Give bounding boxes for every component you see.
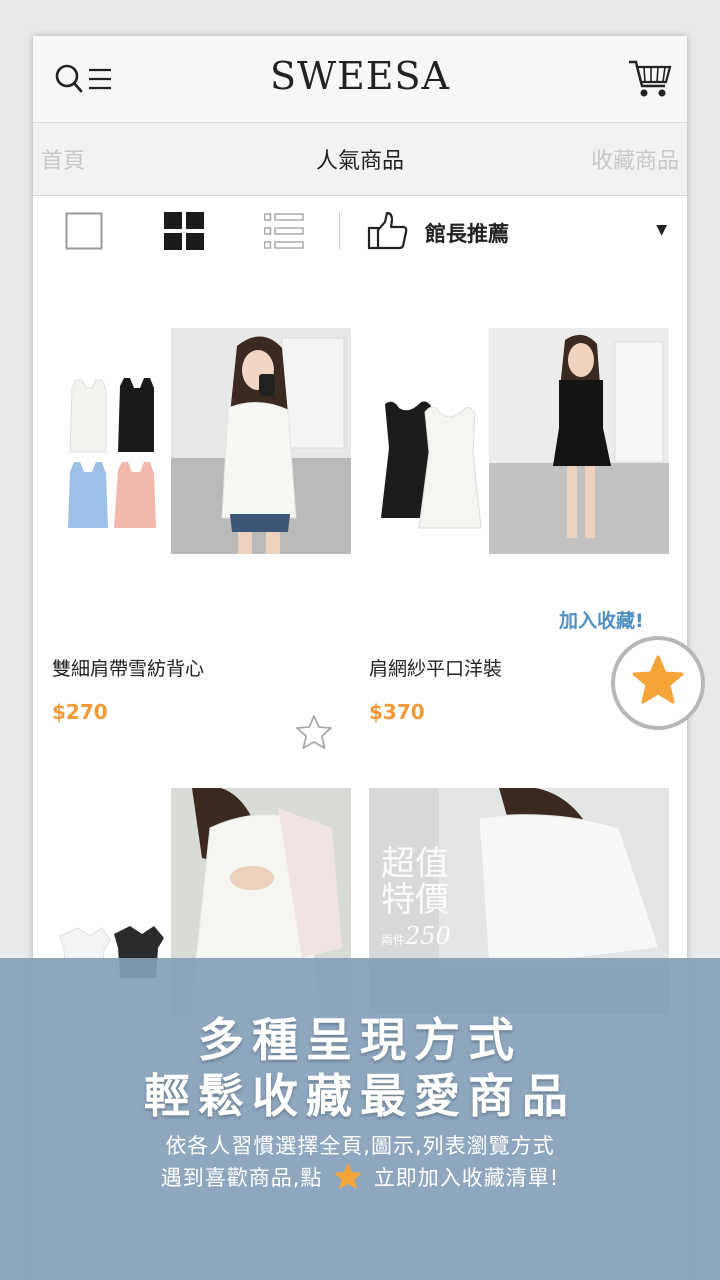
promo-headline-2: 輕鬆收藏最愛商品: [144, 1069, 576, 1123]
sale-badge-small: 兩件: [381, 933, 406, 947]
sale-badge-line2: 特價: [381, 880, 449, 920]
single-view-icon: [65, 212, 103, 250]
app-header: SWEESA: [33, 36, 687, 123]
tab-popular[interactable]: 人氣商品: [33, 143, 687, 175]
promo-subtext-2: 遇到喜歡商品,點 立即加入收藏清單!: [0, 1162, 720, 1192]
product-card[interactable]: 雙細肩帶雪紡背心 $270: [33, 328, 360, 749]
cart-button[interactable]: [627, 58, 673, 100]
product-name[interactable]: 肩網紗平口洋裝: [369, 654, 502, 681]
list-view-icon: [263, 213, 304, 249]
product-price: $270: [52, 700, 108, 724]
sale-badge-line1: 超值: [381, 844, 449, 884]
favorite-star-button[interactable]: [295, 714, 333, 754]
toolbar-divider: [339, 212, 340, 250]
thumbs-up-icon: [367, 210, 409, 252]
promo-subtext-1: 依各人習慣選擇全頁,圖示,列表瀏覽方式: [165, 1134, 555, 1158]
single-view-button[interactable]: [65, 212, 103, 254]
star-outline-icon: [296, 715, 332, 749]
product-image[interactable]: [52, 328, 351, 554]
product-price: $370: [369, 700, 425, 724]
grid-view-button[interactable]: [164, 212, 204, 254]
sale-badge: 超值 特價 兩件250: [381, 846, 451, 958]
star-filled-icon: [632, 655, 684, 704]
favorite-star-button-active[interactable]: [611, 636, 705, 730]
promo-subtext-2a: 遇到喜歡商品,點: [160, 1166, 323, 1190]
grid-view-icon: [164, 212, 204, 250]
promo-subtext-2b: 立即加入收藏清單!: [373, 1166, 560, 1190]
star-inline-icon: [334, 1163, 363, 1189]
view-toolbar: 館長推薦 ▼: [33, 196, 687, 268]
brand-logo: SWEESA: [269, 54, 451, 98]
category-tabs: 首頁 人氣商品 收藏商品: [33, 123, 687, 196]
cart-icon: [629, 60, 672, 97]
sort-dropdown-icon[interactable]: ▼: [656, 222, 667, 238]
list-view-button[interactable]: [263, 213, 304, 253]
product-image[interactable]: [369, 328, 669, 554]
sale-badge-price: 250: [405, 922, 451, 950]
promo-banner: 多種呈現方式 輕鬆收藏最愛商品 依各人習慣選擇全頁,圖示,列表瀏覽方式 遇到喜歡…: [0, 958, 720, 1280]
tab-favorites[interactable]: 收藏商品: [591, 143, 679, 175]
product-name[interactable]: 雙細肩帶雪紡背心: [52, 654, 204, 681]
sort-label[interactable]: 館長推薦: [425, 218, 509, 248]
add-favorite-tooltip: 加入收藏!: [559, 610, 644, 632]
